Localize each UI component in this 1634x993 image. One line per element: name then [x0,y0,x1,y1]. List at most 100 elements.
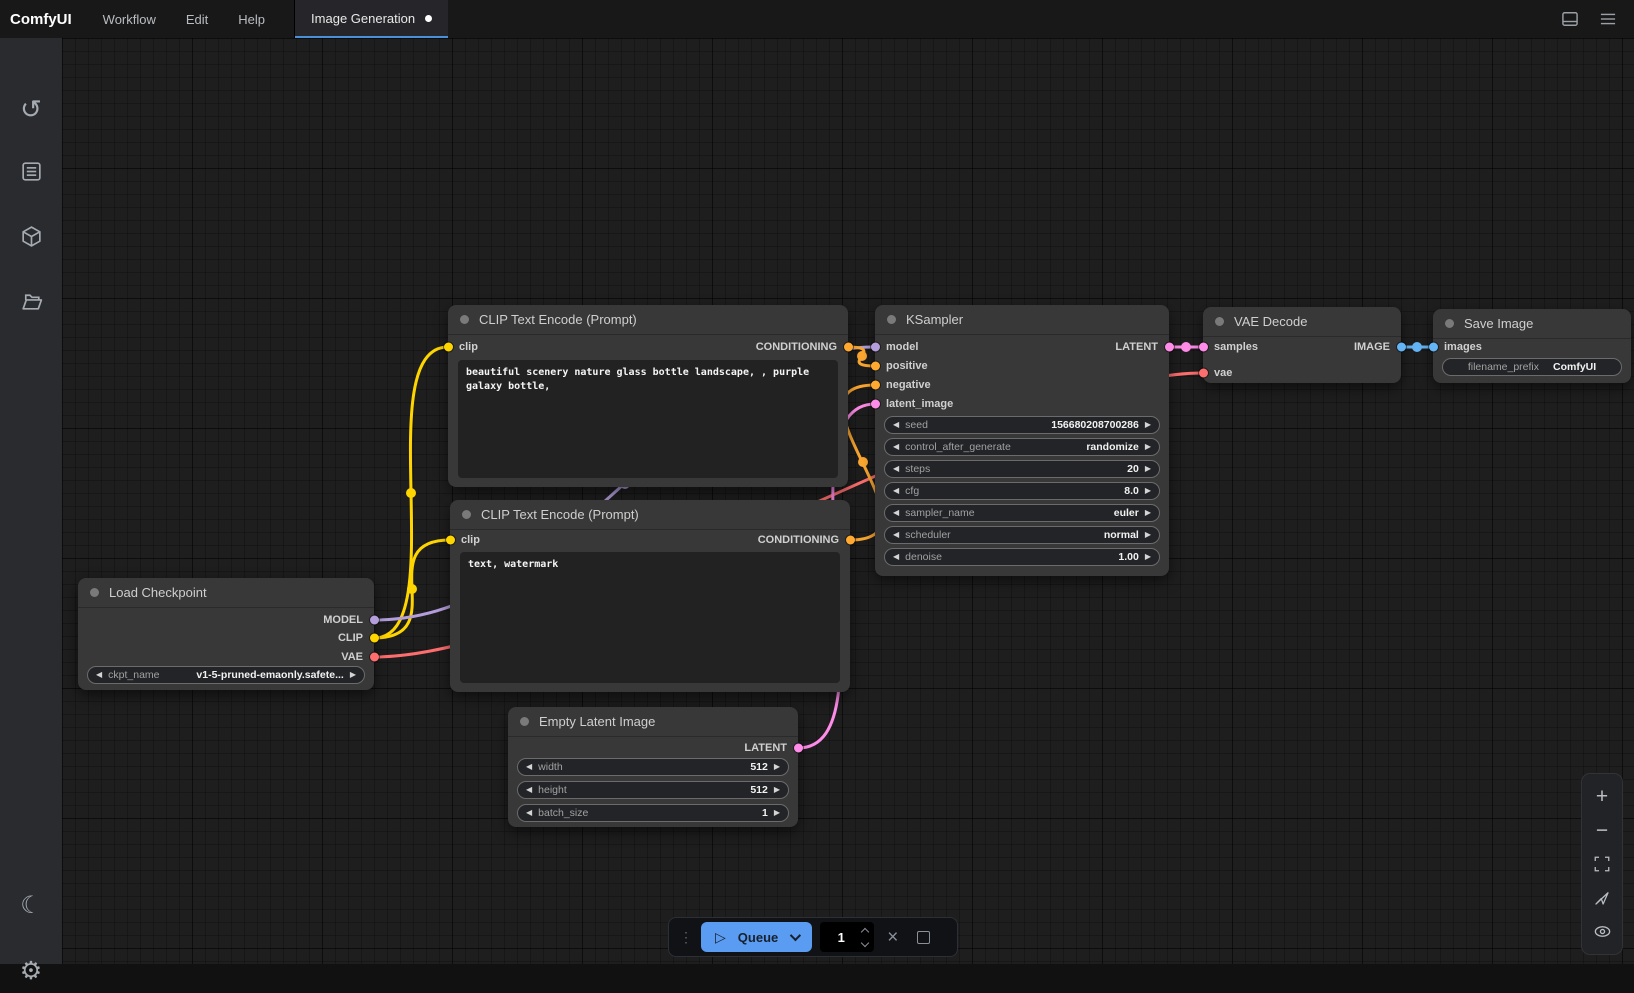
folder-open-icon [19,289,44,314]
node-header[interactable]: KSampler [875,305,1169,335]
widget-arrow-left-icon[interactable]: ◀ [893,531,899,539]
widget-arrow-left-icon[interactable]: ◀ [893,553,899,561]
fit-view-button[interactable] [1590,852,1614,876]
widget-arrow-right-icon[interactable]: ▶ [1145,531,1151,539]
slot-dot-samples[interactable] [1199,343,1208,352]
slot-dot-clip[interactable] [444,343,453,352]
widget-batch-size[interactable]: ◀ batch_size 1 ▶ [517,804,789,822]
widget-arrow-right-icon[interactable]: ▶ [1145,443,1151,451]
widget-arrow-right-icon[interactable]: ▶ [1145,421,1151,429]
hamburger-menu-button[interactable] [1596,7,1620,31]
clear-queue-icon[interactable]: × [882,928,903,947]
drag-handle-icon[interactable]: ⋮ [679,930,693,944]
toggle-link-visibility-button[interactable] [1590,919,1614,943]
slot-dot-latent-image[interactable] [871,400,880,409]
widget-arrow-left-icon[interactable]: ◀ [893,465,899,473]
widget-arrow-right-icon[interactable]: ▶ [774,786,780,794]
queue-button[interactable]: ▷ Queue [701,922,812,952]
widget-height[interactable]: ◀ height 512 ▶ [517,781,789,799]
theme-toggle-button[interactable]: ☾ [0,884,62,928]
slot-dot-positive[interactable] [871,362,880,371]
slot-dot-model[interactable] [370,616,379,625]
spinner-up-icon[interactable] [861,927,869,935]
menu-help[interactable]: Help [223,0,280,38]
widget-arrow-right-icon[interactable]: ▶ [1145,553,1151,561]
sidebar-item-queue[interactable] [0,149,62,193]
slot-dot-negative[interactable] [871,381,880,390]
widget-arrow-left-icon[interactable]: ◀ [893,487,899,495]
widget-ckpt-name[interactable]: ◀ ckpt_name v1-5-pruned-emaonly.safete..… [87,666,365,684]
collapse-dot[interactable] [90,588,99,597]
menu-workflow[interactable]: Workflow [88,0,171,38]
slot-dot-image[interactable] [1397,343,1406,352]
select-mode-button[interactable] [1590,886,1614,910]
collapse-dot[interactable] [1215,317,1224,326]
widget-scheduler[interactable]: ◀ scheduler normal ▶ [884,526,1160,544]
zoom-in-button[interactable]: + [1590,785,1614,809]
widget-arrow-left-icon[interactable]: ◀ [526,809,532,817]
widget-denoise[interactable]: ◀ denoise 1.00 ▶ [884,548,1160,566]
node-header[interactable]: Save Image [1433,309,1631,339]
chevron-down-icon[interactable] [790,930,801,941]
input-label-images: images [1444,341,1482,353]
widget-arrow-right-icon[interactable]: ▶ [1145,465,1151,473]
slot-dot-clip[interactable] [446,536,455,545]
app-logo[interactable]: ComfyUI [0,0,88,38]
tab-image-generation[interactable]: Image Generation [295,0,448,38]
widget-control-after-generate[interactable]: ◀ control_after_generate randomize ▶ [884,438,1160,456]
node-ksampler: KSampler model LATENT positive negative … [875,305,1169,576]
slot-dot-latent[interactable] [794,744,803,753]
batch-count-input[interactable]: 1 [820,922,874,952]
slot-dot-clip[interactable] [370,634,379,643]
widget-arrow-left-icon[interactable]: ◀ [893,421,899,429]
widget-arrow-left-icon[interactable]: ◀ [526,763,532,771]
widget-sampler-name[interactable]: ◀ sampler_name euler ▶ [884,504,1160,522]
widget-arrow-left-icon[interactable]: ◀ [893,443,899,451]
slot-dot-latent[interactable] [1165,343,1174,352]
slot-dot-vae[interactable] [370,653,379,662]
collapse-dot[interactable] [520,717,529,726]
widget-arrow-right-icon[interactable]: ▶ [774,809,780,817]
node-load-checkpoint: Load Checkpoint MODEL CLIP VAE ◀ ckpt_na… [78,578,374,690]
widget-arrow-right-icon[interactable]: ▶ [1145,487,1151,495]
widget-steps[interactable]: ◀ steps 20 ▶ [884,460,1160,478]
node-header[interactable]: Empty Latent Image [508,707,798,737]
widget-seed[interactable]: ◀ seed 156680208700286 ▶ [884,416,1160,434]
sidebar-item-node-library[interactable] [0,214,62,258]
widget-arrow-left-icon[interactable]: ◀ [893,509,899,517]
node-header[interactable]: VAE Decode [1203,307,1401,337]
widget-width[interactable]: ◀ width 512 ▶ [517,758,789,776]
collapse-dot[interactable] [460,315,469,324]
zoom-out-button[interactable]: − [1590,818,1614,842]
sidebar-item-history[interactable]: ↺ [0,87,62,131]
collapse-dot[interactable] [462,510,471,519]
widget-arrow-right-icon[interactable]: ▶ [1145,509,1151,517]
widget-arrow-left-icon[interactable]: ◀ [526,786,532,794]
slot-dot-model[interactable] [871,343,880,352]
input-label-samples: samples [1214,341,1258,353]
slot-dot-conditioning[interactable] [844,343,853,352]
widget-arrow-right-icon[interactable]: ▶ [774,763,780,771]
output-label-image: IMAGE [1354,341,1390,353]
widget-filename-prefix[interactable]: filename_prefix ComfyUI [1442,358,1622,376]
slot-dot-conditioning[interactable] [846,536,855,545]
bottom-panel-toggle-button[interactable] [1558,7,1582,31]
node-header[interactable]: CLIP Text Encode (Prompt) [448,305,848,335]
node-header[interactable]: Load Checkpoint [78,578,374,608]
prompt-textarea[interactable]: text, watermark [460,552,840,683]
stop-icon[interactable] [917,931,930,944]
sidebar-item-workflows[interactable] [0,279,62,323]
node-header[interactable]: CLIP Text Encode (Prompt) [450,500,850,530]
collapse-dot[interactable] [1445,319,1454,328]
slot-dot-vae[interactable] [1199,369,1208,378]
menu-edit[interactable]: Edit [171,0,223,38]
settings-button[interactable]: ⚙ [0,949,62,993]
prompt-textarea[interactable]: beautiful scenery nature glass bottle la… [458,360,838,478]
widget-arrow-right-icon[interactable]: ▶ [350,671,356,679]
spinner-down-icon[interactable] [861,938,869,946]
widget-cfg[interactable]: ◀ cfg 8.0 ▶ [884,482,1160,500]
collapse-dot[interactable] [887,315,896,324]
widget-arrow-left-icon[interactable]: ◀ [96,671,102,679]
node-graph-canvas[interactable] [62,38,1634,964]
slot-dot-images[interactable] [1429,343,1438,352]
